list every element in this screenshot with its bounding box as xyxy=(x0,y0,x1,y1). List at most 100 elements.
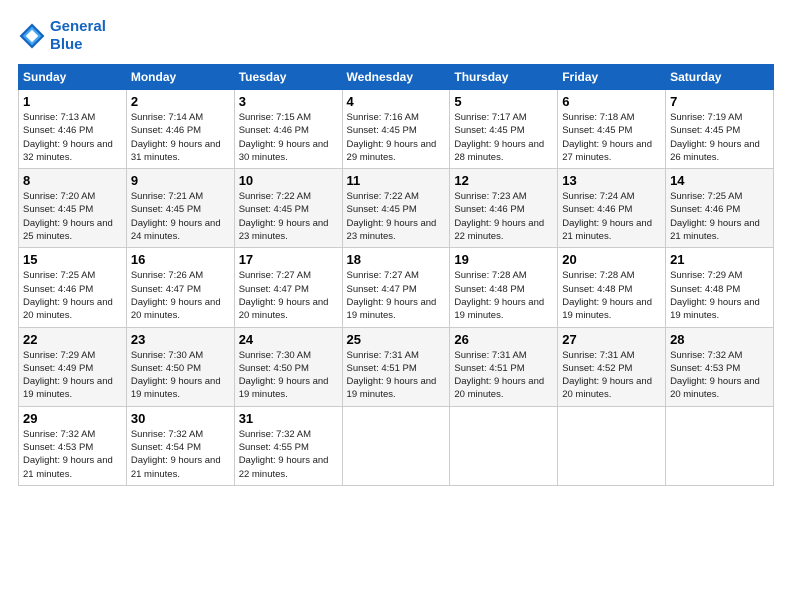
week-row-2: 15 Sunrise: 7:25 AMSunset: 4:46 PMDaylig… xyxy=(19,248,774,327)
day-detail: Sunrise: 7:25 AMSunset: 4:46 PMDaylight:… xyxy=(670,191,760,242)
day-number: 23 xyxy=(131,332,230,347)
day-detail: Sunrise: 7:24 AMSunset: 4:46 PMDaylight:… xyxy=(562,191,652,242)
day-detail: Sunrise: 7:27 AMSunset: 4:47 PMDaylight:… xyxy=(239,270,329,321)
logo-text: General Blue xyxy=(50,18,106,54)
day-number: 29 xyxy=(23,411,122,426)
day-cell: 8 Sunrise: 7:20 AMSunset: 4:45 PMDayligh… xyxy=(19,169,127,248)
header: General Blue xyxy=(18,18,774,54)
day-number: 5 xyxy=(454,94,553,109)
day-number: 3 xyxy=(239,94,338,109)
day-detail: Sunrise: 7:30 AMSunset: 4:50 PMDaylight:… xyxy=(239,350,329,401)
calendar-table: Sunday Monday Tuesday Wednesday Thursday… xyxy=(18,64,774,486)
day-cell: 6 Sunrise: 7:18 AMSunset: 4:45 PMDayligh… xyxy=(558,90,666,169)
day-number: 7 xyxy=(670,94,769,109)
day-cell: 29 Sunrise: 7:32 AMSunset: 4:53 PMDaylig… xyxy=(19,406,127,485)
day-detail: Sunrise: 7:15 AMSunset: 4:46 PMDaylight:… xyxy=(239,112,329,163)
day-number: 10 xyxy=(239,173,338,188)
day-number: 19 xyxy=(454,252,553,267)
day-detail: Sunrise: 7:32 AMSunset: 4:54 PMDaylight:… xyxy=(131,429,221,480)
day-cell xyxy=(558,406,666,485)
day-cell: 26 Sunrise: 7:31 AMSunset: 4:51 PMDaylig… xyxy=(450,327,558,406)
logo: General Blue xyxy=(18,18,106,54)
day-detail: Sunrise: 7:28 AMSunset: 4:48 PMDaylight:… xyxy=(454,270,544,321)
week-row-1: 8 Sunrise: 7:20 AMSunset: 4:45 PMDayligh… xyxy=(19,169,774,248)
col-friday: Friday xyxy=(558,65,666,90)
week-row-0: 1 Sunrise: 7:13 AMSunset: 4:46 PMDayligh… xyxy=(19,90,774,169)
day-cell: 18 Sunrise: 7:27 AMSunset: 4:47 PMDaylig… xyxy=(342,248,450,327)
day-cell: 30 Sunrise: 7:32 AMSunset: 4:54 PMDaylig… xyxy=(126,406,234,485)
day-number: 14 xyxy=(670,173,769,188)
day-number: 28 xyxy=(670,332,769,347)
day-cell: 4 Sunrise: 7:16 AMSunset: 4:45 PMDayligh… xyxy=(342,90,450,169)
day-cell: 9 Sunrise: 7:21 AMSunset: 4:45 PMDayligh… xyxy=(126,169,234,248)
day-number: 12 xyxy=(454,173,553,188)
day-cell: 31 Sunrise: 7:32 AMSunset: 4:55 PMDaylig… xyxy=(234,406,342,485)
col-saturday: Saturday xyxy=(666,65,774,90)
day-cell: 3 Sunrise: 7:15 AMSunset: 4:46 PMDayligh… xyxy=(234,90,342,169)
day-cell xyxy=(666,406,774,485)
day-detail: Sunrise: 7:25 AMSunset: 4:46 PMDaylight:… xyxy=(23,270,113,321)
day-detail: Sunrise: 7:32 AMSunset: 4:53 PMDaylight:… xyxy=(670,350,760,401)
day-number: 9 xyxy=(131,173,230,188)
day-number: 30 xyxy=(131,411,230,426)
day-detail: Sunrise: 7:28 AMSunset: 4:48 PMDaylight:… xyxy=(562,270,652,321)
day-cell: 17 Sunrise: 7:27 AMSunset: 4:47 PMDaylig… xyxy=(234,248,342,327)
day-cell: 1 Sunrise: 7:13 AMSunset: 4:46 PMDayligh… xyxy=(19,90,127,169)
day-cell: 24 Sunrise: 7:30 AMSunset: 4:50 PMDaylig… xyxy=(234,327,342,406)
day-number: 6 xyxy=(562,94,661,109)
day-cell: 10 Sunrise: 7:22 AMSunset: 4:45 PMDaylig… xyxy=(234,169,342,248)
day-detail: Sunrise: 7:17 AMSunset: 4:45 PMDaylight:… xyxy=(454,112,544,163)
logo-icon xyxy=(18,22,46,50)
day-cell: 19 Sunrise: 7:28 AMSunset: 4:48 PMDaylig… xyxy=(450,248,558,327)
col-wednesday: Wednesday xyxy=(342,65,450,90)
day-number: 18 xyxy=(347,252,446,267)
day-detail: Sunrise: 7:31 AMSunset: 4:51 PMDaylight:… xyxy=(347,350,437,401)
day-detail: Sunrise: 7:29 AMSunset: 4:49 PMDaylight:… xyxy=(23,350,113,401)
page: General Blue Sunday Monday Tuesday Wedne… xyxy=(0,0,792,612)
day-detail: Sunrise: 7:22 AMSunset: 4:45 PMDaylight:… xyxy=(239,191,329,242)
day-cell: 5 Sunrise: 7:17 AMSunset: 4:45 PMDayligh… xyxy=(450,90,558,169)
day-cell: 11 Sunrise: 7:22 AMSunset: 4:45 PMDaylig… xyxy=(342,169,450,248)
day-number: 25 xyxy=(347,332,446,347)
day-cell: 12 Sunrise: 7:23 AMSunset: 4:46 PMDaylig… xyxy=(450,169,558,248)
day-number: 16 xyxy=(131,252,230,267)
logo-blue: Blue xyxy=(50,36,83,53)
header-row: Sunday Monday Tuesday Wednesday Thursday… xyxy=(19,65,774,90)
day-detail: Sunrise: 7:20 AMSunset: 4:45 PMDaylight:… xyxy=(23,191,113,242)
day-number: 4 xyxy=(347,94,446,109)
day-cell: 15 Sunrise: 7:25 AMSunset: 4:46 PMDaylig… xyxy=(19,248,127,327)
logo-general: General xyxy=(50,18,106,35)
day-number: 17 xyxy=(239,252,338,267)
day-number: 15 xyxy=(23,252,122,267)
day-detail: Sunrise: 7:31 AMSunset: 4:52 PMDaylight:… xyxy=(562,350,652,401)
day-cell: 28 Sunrise: 7:32 AMSunset: 4:53 PMDaylig… xyxy=(666,327,774,406)
day-number: 20 xyxy=(562,252,661,267)
day-number: 11 xyxy=(347,173,446,188)
day-detail: Sunrise: 7:22 AMSunset: 4:45 PMDaylight:… xyxy=(347,191,437,242)
day-number: 22 xyxy=(23,332,122,347)
col-sunday: Sunday xyxy=(19,65,127,90)
day-number: 31 xyxy=(239,411,338,426)
day-detail: Sunrise: 7:16 AMSunset: 4:45 PMDaylight:… xyxy=(347,112,437,163)
day-detail: Sunrise: 7:21 AMSunset: 4:45 PMDaylight:… xyxy=(131,191,221,242)
day-cell: 25 Sunrise: 7:31 AMSunset: 4:51 PMDaylig… xyxy=(342,327,450,406)
day-cell: 2 Sunrise: 7:14 AMSunset: 4:46 PMDayligh… xyxy=(126,90,234,169)
day-cell: 21 Sunrise: 7:29 AMSunset: 4:48 PMDaylig… xyxy=(666,248,774,327)
col-thursday: Thursday xyxy=(450,65,558,90)
day-detail: Sunrise: 7:19 AMSunset: 4:45 PMDaylight:… xyxy=(670,112,760,163)
day-cell: 13 Sunrise: 7:24 AMSunset: 4:46 PMDaylig… xyxy=(558,169,666,248)
day-cell xyxy=(450,406,558,485)
day-cell: 23 Sunrise: 7:30 AMSunset: 4:50 PMDaylig… xyxy=(126,327,234,406)
day-detail: Sunrise: 7:26 AMSunset: 4:47 PMDaylight:… xyxy=(131,270,221,321)
day-detail: Sunrise: 7:31 AMSunset: 4:51 PMDaylight:… xyxy=(454,350,544,401)
day-detail: Sunrise: 7:29 AMSunset: 4:48 PMDaylight:… xyxy=(670,270,760,321)
day-detail: Sunrise: 7:18 AMSunset: 4:45 PMDaylight:… xyxy=(562,112,652,163)
day-number: 13 xyxy=(562,173,661,188)
day-cell: 16 Sunrise: 7:26 AMSunset: 4:47 PMDaylig… xyxy=(126,248,234,327)
day-detail: Sunrise: 7:14 AMSunset: 4:46 PMDaylight:… xyxy=(131,112,221,163)
week-row-4: 29 Sunrise: 7:32 AMSunset: 4:53 PMDaylig… xyxy=(19,406,774,485)
day-detail: Sunrise: 7:32 AMSunset: 4:53 PMDaylight:… xyxy=(23,429,113,480)
day-cell: 14 Sunrise: 7:25 AMSunset: 4:46 PMDaylig… xyxy=(666,169,774,248)
day-number: 8 xyxy=(23,173,122,188)
day-number: 27 xyxy=(562,332,661,347)
